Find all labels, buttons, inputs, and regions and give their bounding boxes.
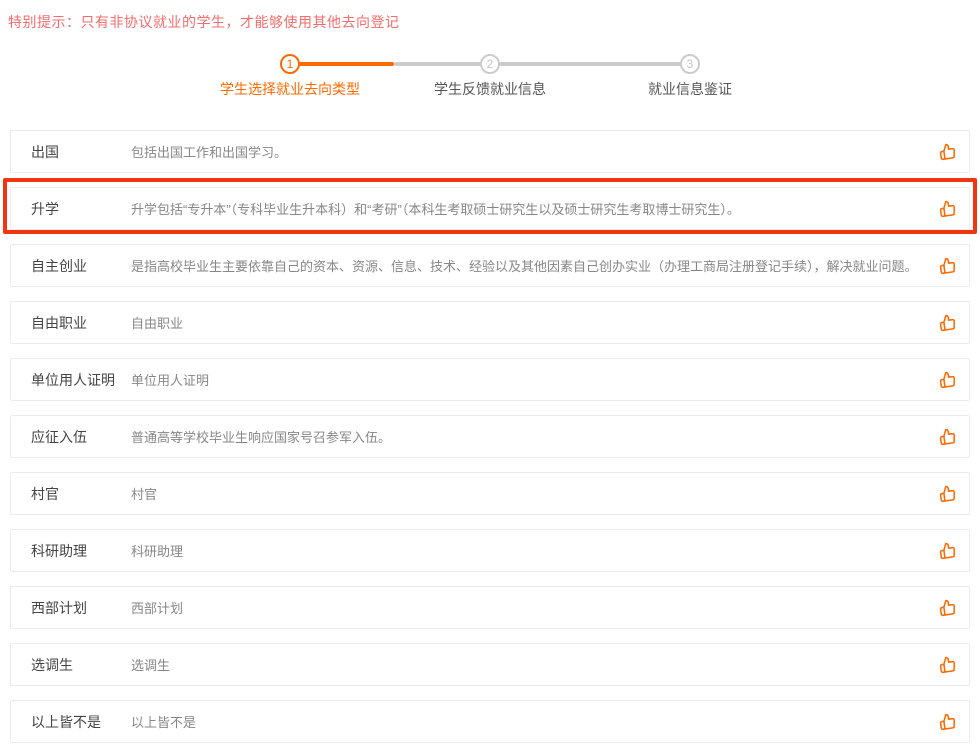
thumbs-up-icon [939,485,956,502]
destination-option-row[interactable]: 科研助理 科研助理 [10,529,970,572]
option-description: 选调生 [131,655,925,674]
thumbs-up-icon [939,542,956,559]
step-1-select-type: 1 学生选择就业去向类型 [190,54,390,99]
thumbs-up-icon [939,200,956,217]
step-1-label: 学生选择就业去向类型 [190,79,390,99]
step-2-label: 学生反馈就业信息 [390,79,590,99]
option-title: 单位用人证明 [31,370,131,390]
select-option-button[interactable] [937,142,957,162]
select-option-button[interactable] [937,370,957,390]
step-3-label: 就业信息鉴证 [590,79,790,99]
destination-option-row[interactable]: 升学 升学包括“专升本”（专科毕业生升本科）和“考研”（本科生考取硕士研究生以及… [10,187,970,230]
option-description: 村官 [131,484,925,503]
step-2-feedback-info: 2 学生反馈就业信息 [390,54,590,99]
option-title: 应征入伍 [31,427,131,447]
option-description: 西部计划 [131,598,925,617]
option-title: 自主创业 [31,256,131,276]
select-option-button[interactable] [937,313,957,333]
destination-option-row[interactable]: 村官 村官 [10,472,970,515]
option-description: 单位用人证明 [131,370,925,389]
thumbs-up-icon [939,656,956,673]
select-option-button[interactable] [937,655,957,675]
destination-option-row[interactable]: 出国 包括出国工作和出国学习。 [10,130,970,173]
thumbs-up-icon [939,371,956,388]
destination-option-row[interactable]: 选调生 选调生 [10,643,970,686]
select-option-button[interactable] [937,598,957,618]
stepper-line [498,62,682,66]
option-title: 出国 [31,142,131,162]
stepper-line [394,62,482,66]
select-option-button[interactable] [937,427,957,447]
destination-option-row[interactable]: 应征入伍 普通高等学校毕业生响应国家号召参军入伍。 [10,415,970,458]
option-title: 升学 [31,199,131,219]
step-3-verify-info: 3 就业信息鉴证 [590,54,790,99]
destination-option-row[interactable]: 西部计划 西部计划 [10,586,970,629]
thumbs-up-icon [939,428,956,445]
select-option-button[interactable] [937,712,957,732]
option-title: 西部计划 [31,598,131,618]
destination-option-row[interactable]: 自主创业 是指高校毕业生主要依靠自己的资本、资源、信息、技术、经验以及其他因素自… [10,244,970,287]
special-notice: 特别提示：只有非协议就业的学生，才能够使用其他去向登记 [0,0,980,32]
progress-stepper: 1 学生选择就业去向类型 2 学生反馈就业信息 3 就业信息鉴证 [190,54,790,104]
option-title: 自由职业 [31,313,131,333]
option-description: 以上皆不是 [131,712,925,731]
step-1-circle: 1 [280,54,300,74]
option-description: 自由职业 [131,313,925,332]
select-option-button[interactable] [937,484,957,504]
destination-option-row[interactable]: 单位用人证明 单位用人证明 [10,358,970,401]
thumbs-up-icon [939,314,956,331]
option-description: 普通高等学校毕业生响应国家号召参军入伍。 [131,427,925,446]
stepper-progress-line [298,62,394,66]
step-3-circle: 3 [680,54,700,74]
destination-options-list: 出国 包括出国工作和出国学习。 升学 升学包括“专升本”（专科毕业生升本科）和“… [10,130,970,743]
thumbs-up-icon [939,713,956,730]
option-title: 选调生 [31,655,131,675]
option-description: 升学包括“专升本”（专科毕业生升本科）和“考研”（本科生考取硕士研究生以及硕士研… [131,199,925,218]
select-option-button[interactable] [937,256,957,276]
destination-option-row[interactable]: 以上皆不是 以上皆不是 [10,700,970,743]
thumbs-up-icon [939,257,956,274]
thumbs-up-icon [939,599,956,616]
step-2-circle: 2 [480,54,500,74]
option-title: 科研助理 [31,541,131,561]
destination-option-row[interactable]: 自由职业 自由职业 [10,301,970,344]
thumbs-up-icon [939,143,956,160]
select-option-button[interactable] [937,199,957,219]
option-description: 科研助理 [131,541,925,560]
select-option-button[interactable] [937,541,957,561]
option-title: 以上皆不是 [31,712,131,732]
option-title: 村官 [31,484,131,504]
option-description: 是指高校毕业生主要依靠自己的资本、资源、信息、技术、经验以及其他因素自己创办实业… [131,256,925,275]
option-description: 包括出国工作和出国学习。 [131,142,925,161]
